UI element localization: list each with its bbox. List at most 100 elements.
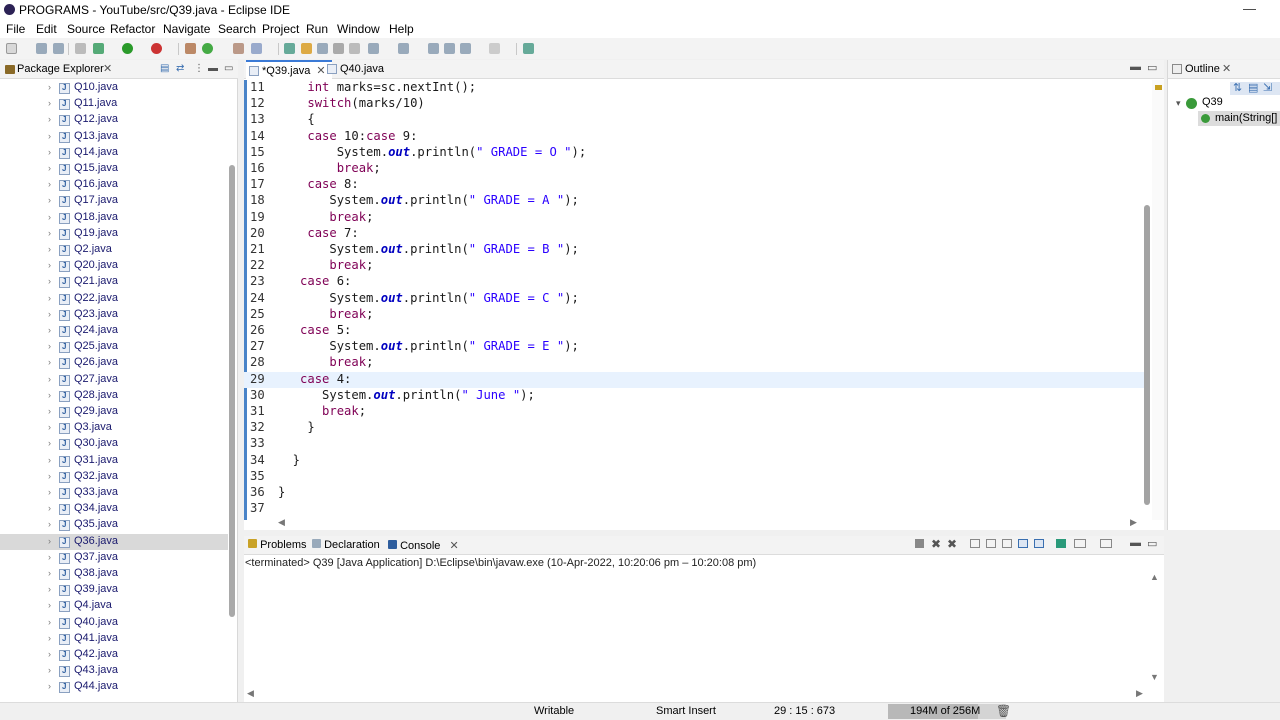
- word-wrap-icon[interactable]: [333, 43, 344, 54]
- file-tree-item[interactable]: › Q20.java: [0, 258, 228, 274]
- file-tree-item[interactable]: › Q22.java: [0, 291, 228, 307]
- code-line[interactable]: 25 break;: [244, 307, 1144, 323]
- code-line[interactable]: 31 break;: [244, 404, 1144, 420]
- code-line[interactable]: 18 System.out.println(" GRADE = A ");: [244, 193, 1144, 209]
- code-line[interactable]: 23 case 6:: [244, 274, 1144, 290]
- editor-vertical-scrollbar[interactable]: [1144, 205, 1150, 505]
- file-tree-item[interactable]: › Q29.java: [0, 404, 228, 420]
- file-tree-item[interactable]: › Q25.java: [0, 339, 228, 355]
- code-line[interactable]: 34 }: [244, 453, 1144, 469]
- menu-window[interactable]: Window: [337, 22, 380, 36]
- file-tree-item[interactable]: › Q36.java: [0, 533, 228, 550]
- open-console-icon[interactable]: [1100, 539, 1112, 548]
- next-annotation-icon[interactable]: [284, 43, 295, 54]
- file-tree-item[interactable]: › Q27.java: [0, 372, 228, 388]
- expand-icon[interactable]: ›: [48, 195, 51, 205]
- expand-icon[interactable]: ›: [48, 228, 51, 238]
- file-tree-item[interactable]: › Q32.java: [0, 469, 228, 485]
- skip-breakpoints-icon[interactable]: [75, 43, 86, 54]
- forward-history-icon[interactable]: [444, 43, 455, 54]
- display-console-icon[interactable]: [1074, 539, 1086, 548]
- open-perspective-icon[interactable]: [523, 43, 534, 54]
- file-tree-item[interactable]: › Q3.java: [0, 420, 228, 436]
- expand-icon[interactable]: ›: [48, 212, 51, 222]
- maximize-view-icon[interactable]: ▭: [224, 63, 233, 74]
- code-line[interactable]: 14 case 10:case 9:: [244, 129, 1144, 145]
- show-stderr-icon[interactable]: [1034, 539, 1044, 548]
- scroll-left-icon[interactable]: ◀: [278, 517, 285, 528]
- hide-static-icon[interactable]: ⇲: [1263, 81, 1272, 94]
- code-line[interactable]: 29 case 4:: [244, 371, 1144, 388]
- warning-marker[interactable]: [1155, 85, 1162, 90]
- expand-icon[interactable]: ›: [48, 487, 51, 497]
- file-tree-item[interactable]: › Q31.java: [0, 453, 228, 469]
- menu-refactor[interactable]: Refactor: [110, 22, 155, 36]
- debug-icon[interactable]: [93, 43, 104, 54]
- editor-horizontal-scrollbar[interactable]: ◀ ▶: [274, 517, 1137, 529]
- heap-status[interactable]: 194M of 256M: [888, 704, 1006, 719]
- save-all-icon[interactable]: [53, 43, 64, 54]
- expand-icon[interactable]: ›: [48, 98, 51, 108]
- file-tree-item[interactable]: › Q10.java: [0, 80, 228, 96]
- expand-icon[interactable]: ›: [48, 503, 51, 513]
- new-icon[interactable]: [6, 43, 17, 54]
- scroll-left-icon[interactable]: ◀: [247, 688, 254, 699]
- menu-source[interactable]: Source: [67, 22, 105, 36]
- file-tree-item[interactable]: › Q39.java: [0, 582, 228, 598]
- scroll-up-icon[interactable]: ▲: [1150, 572, 1159, 582]
- outline-class[interactable]: Q39: [1202, 96, 1223, 108]
- expand-icon[interactable]: ›: [48, 617, 51, 627]
- code-line[interactable]: 26 case 5:: [244, 323, 1144, 339]
- code-line[interactable]: 12 switch(marks/10): [244, 96, 1144, 112]
- expand-icon[interactable]: ›: [48, 568, 51, 578]
- expand-icon[interactable]: ›: [48, 276, 51, 286]
- pin-console-icon[interactable]: [1056, 539, 1066, 548]
- external-tools-icon[interactable]: [151, 43, 162, 54]
- open-type-icon[interactable]: [233, 43, 244, 54]
- expand-icon[interactable]: ›: [48, 374, 51, 384]
- garbage-collect-icon[interactable]: 🗑: [996, 704, 1011, 718]
- forward-icon[interactable]: [489, 43, 500, 54]
- scroll-down-icon[interactable]: ▼: [1150, 672, 1159, 682]
- search-icon[interactable]: [251, 43, 262, 54]
- code-line[interactable]: 37: [244, 501, 1144, 517]
- collapse-all-icon[interactable]: ▤: [160, 63, 169, 74]
- expand-icon[interactable]: ›: [48, 390, 51, 400]
- outline-method-row[interactable]: main(String[]: [1198, 111, 1280, 126]
- file-tree-item[interactable]: › Q19.java: [0, 226, 228, 242]
- file-tree-item[interactable]: › Q24.java: [0, 323, 228, 339]
- tab-problems[interactable]: Problems: [248, 539, 307, 551]
- expand-icon[interactable]: ›: [48, 633, 51, 643]
- code-line[interactable]: 30 System.out.println(" June ");: [244, 388, 1144, 404]
- expand-icon[interactable]: ›: [48, 665, 51, 675]
- remove-all-icon[interactable]: ✖: [947, 537, 957, 551]
- expand-icon[interactable]: ›: [48, 244, 51, 254]
- code-editor[interactable]: 11 int marks=sc.nextInt(); 12 switch(mark…: [244, 80, 1144, 520]
- new-java-project-icon[interactable]: [185, 43, 196, 54]
- code-line[interactable]: 32 }: [244, 420, 1144, 436]
- menu-project[interactable]: Project: [262, 22, 299, 36]
- outline-title[interactable]: Outline: [1185, 63, 1220, 75]
- expand-icon[interactable]: ›: [48, 422, 51, 432]
- expand-icon[interactable]: ›: [48, 438, 51, 448]
- file-tree-item[interactable]: › Q33.java: [0, 485, 228, 501]
- file-tree-item[interactable]: › Q37.java: [0, 550, 228, 566]
- expand-icon[interactable]: ›: [48, 131, 51, 141]
- close-icon[interactable]: ✕: [449, 540, 458, 552]
- expand-icon[interactable]: ›: [48, 341, 51, 351]
- next-edit-icon[interactable]: [368, 43, 379, 54]
- show-stdout-icon[interactable]: [1018, 539, 1028, 548]
- expand-icon[interactable]: ›: [48, 114, 51, 124]
- expand-icon[interactable]: ›: [48, 406, 51, 416]
- tab-console[interactable]: Console ✕: [388, 539, 459, 552]
- sort-icon[interactable]: ⇅: [1233, 81, 1242, 94]
- file-tree-item[interactable]: › Q4.java: [0, 598, 228, 614]
- code-line[interactable]: 33: [244, 436, 1144, 452]
- tab-q40[interactable]: Q40.java: [324, 60, 390, 79]
- back-icon[interactable]: [460, 43, 471, 54]
- package-explorer-title[interactable]: Package Explorer: [17, 63, 104, 75]
- expand-icon[interactable]: ›: [48, 325, 51, 335]
- code-line[interactable]: 15 System.out.println(" GRADE = O ");: [244, 145, 1144, 161]
- code-line[interactable]: 17 case 8:: [244, 177, 1144, 193]
- expand-icon[interactable]: ›: [48, 471, 51, 481]
